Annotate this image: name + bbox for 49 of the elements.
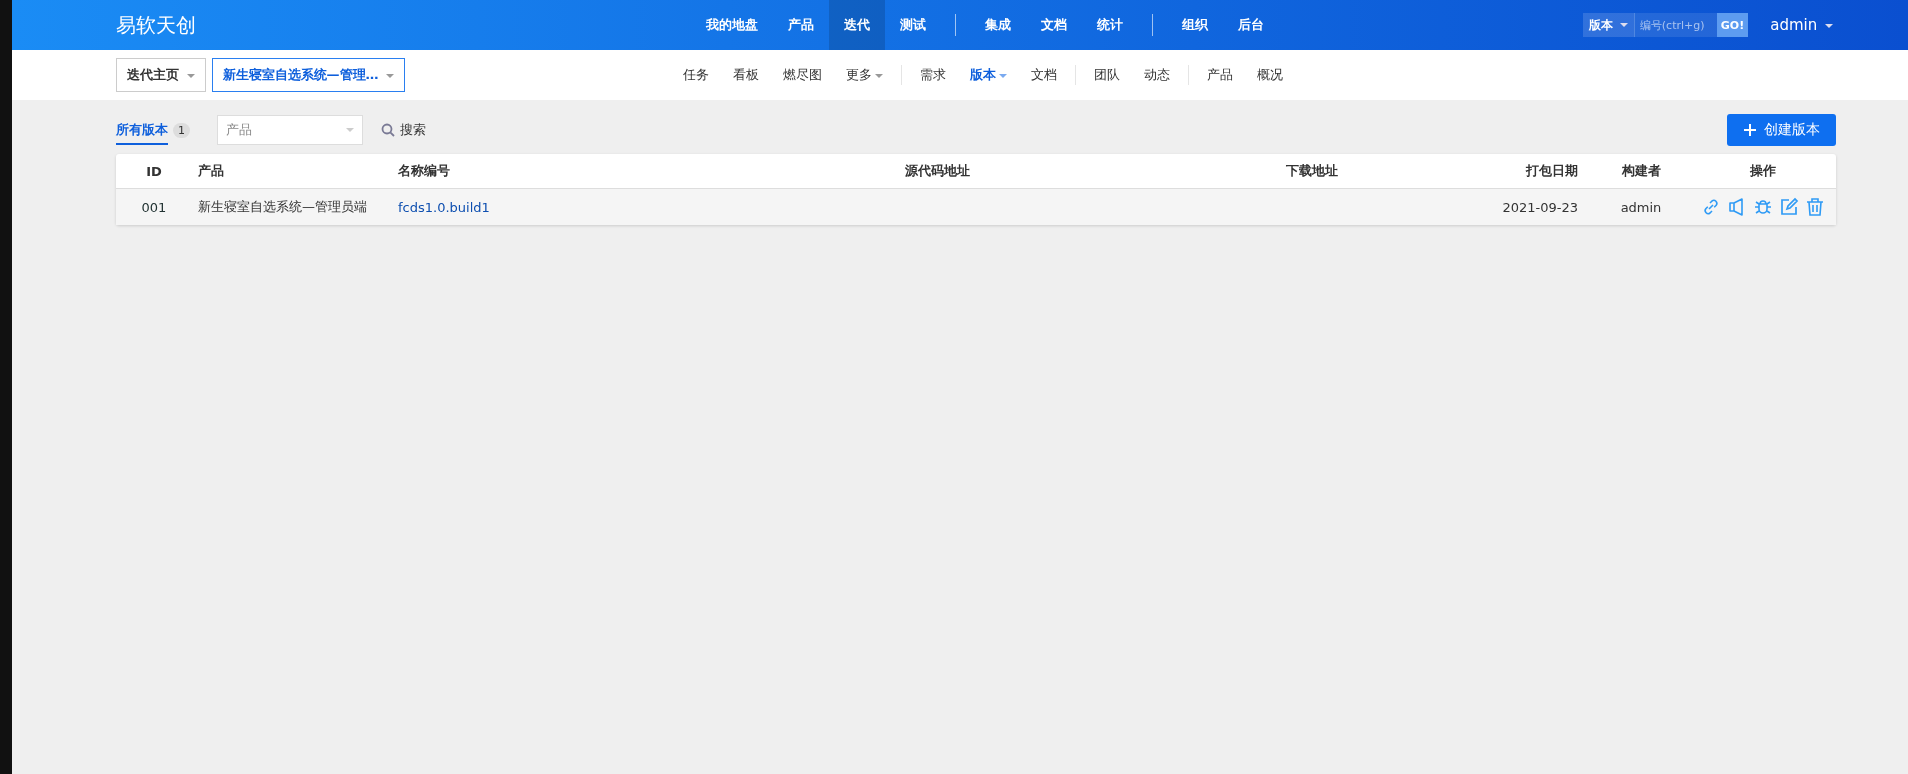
table-cell-text: 新生寝室自选系统—管理员端	[197, 198, 368, 216]
sub-nav-tab[interactable]: 概况	[1245, 66, 1295, 84]
table-cell-text: 001	[140, 199, 168, 215]
main-nav-tab[interactable]: 测试	[885, 0, 941, 50]
product-select[interactable]: 产品	[217, 115, 363, 145]
sub-nav-tab[interactable]: 更多	[834, 66, 895, 84]
brand-name: 易软天创	[116, 11, 197, 39]
column-header: 构建者	[1620, 162, 1662, 180]
main-nav-tab[interactable]: 统计	[1082, 0, 1138, 50]
version-link[interactable]: fcds1.0.build1	[398, 199, 490, 215]
sub-nav-tab[interactable]: 产品	[1195, 66, 1245, 84]
sub-nav-tab[interactable]: 团队	[1082, 66, 1132, 84]
main-nav-tab[interactable]: 集成	[970, 0, 1026, 50]
count-badge: 1	[173, 122, 190, 138]
main-nav-tab[interactable]: 后台	[1223, 0, 1279, 50]
column-header: 操作	[1749, 162, 1777, 180]
column-header: 打包日期	[1524, 162, 1579, 180]
column-header: 下载地址	[1285, 162, 1339, 180]
sub-nav-tab[interactable]: 文档	[1019, 66, 1069, 84]
bug-icon[interactable]	[1753, 197, 1773, 217]
edit-icon[interactable]	[1779, 197, 1799, 217]
main-nav-tab[interactable]: 组织	[1167, 0, 1223, 50]
all-versions-tab[interactable]: 所有版本	[116, 115, 168, 145]
sub-nav-tab[interactable]: 看板	[721, 66, 771, 84]
main-nav-tab[interactable]: 我的地盘	[691, 0, 773, 50]
column-header: 名称编号	[397, 162, 451, 180]
breadcrumb-dropdown[interactable]: 新生寝室自选系统—管理…	[211, 58, 406, 92]
plus-icon	[1743, 123, 1757, 137]
table-cell-text: 2021-09-23	[1501, 199, 1579, 215]
breadcrumb-dropdown[interactable]: 迭代主页	[116, 58, 206, 92]
sub-nav-tab[interactable]: 任务	[671, 66, 721, 84]
trash-icon[interactable]	[1805, 197, 1825, 217]
sub-nav-tab[interactable]: 需求	[908, 66, 958, 84]
sub-nav-tab[interactable]: 燃尽图	[771, 66, 834, 84]
main-nav-tab[interactable]: 产品	[773, 0, 829, 50]
link-icon[interactable]	[1701, 197, 1721, 217]
column-header: ID	[145, 163, 163, 179]
main-nav-tab[interactable]: 迭代	[829, 0, 885, 50]
table-cell-text: admin	[1619, 199, 1663, 215]
user-menu[interactable]: admin	[1770, 16, 1833, 34]
column-header: 产品	[197, 162, 225, 180]
main-nav-tab[interactable]: 文档	[1026, 0, 1082, 50]
create-version-button[interactable]: 创建版本	[1727, 114, 1836, 146]
column-header: 源代码地址	[903, 162, 971, 180]
search-icon	[381, 123, 395, 137]
sub-nav-tab[interactable]: 版本	[958, 66, 1019, 84]
search-button[interactable]: 搜索	[381, 121, 426, 139]
search-type-dropdown[interactable]: 版本	[1582, 13, 1634, 37]
sub-nav-tab[interactable]: 动态	[1132, 66, 1182, 84]
